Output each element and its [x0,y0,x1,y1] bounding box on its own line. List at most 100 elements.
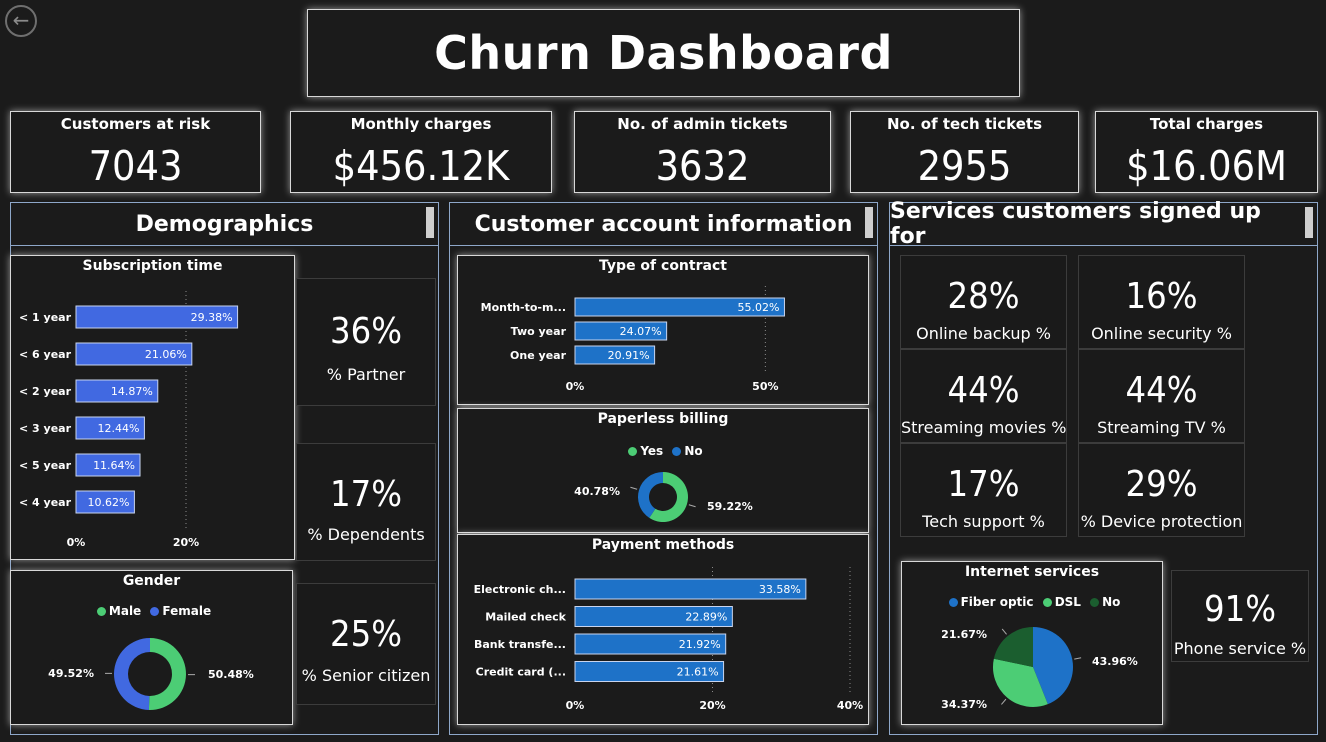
tile-label: Streaming movies % [901,418,1067,437]
category-label: Electronic ch... [474,583,566,596]
senior-tile: 25% % Senior citizen [296,583,436,705]
dashboard-title-box: Churn Dashboard [307,9,1020,97]
scroll-handle[interactable] [426,207,434,238]
streaming-movies-tile: 44% Streaming movies % [900,349,1067,443]
payment-bar-chart: 0% 20% 40% Electronic ch... 33.58% Mailed che… [474,567,863,712]
kpi-value: $456.12K [332,142,510,190]
dependents-label: % Dependents [307,525,425,544]
kpi-label: No. of tech tickets [886,115,1043,133]
data-label: 59.22% [707,500,753,513]
partner-tile: 36% % Partner [296,278,436,406]
category-label: Two year [511,325,567,338]
tile-value: 17% [947,464,1020,505]
tick-label: 20% [699,699,725,712]
tile-label: Tech support % [922,512,1045,531]
tick-label: 0% [566,699,585,712]
tile-label: % Device protection [1080,512,1243,531]
kpi-value: $16.06M [1126,142,1287,190]
tick-label: 0% [67,536,86,549]
data-label: 21.61% [677,666,719,679]
kpi-card-tech-tickets: No. of tech tickets 2955 [850,111,1079,193]
data-label: 24.07% [620,325,662,338]
kpi-value: 7043 [88,142,183,190]
data-label: 21.06% [145,348,187,361]
category-label: < 2 year [19,385,72,398]
leader-line [630,486,638,490]
kpi-label: No. of admin tickets [617,115,788,133]
category-label: Credit card (... [476,666,566,679]
category-label: One year [510,349,567,362]
tick-label: 40% [837,699,863,712]
phone-service-tile: 91% Phone service % [1171,570,1309,662]
subscription-bar-chart: 0% 20% < 1 year 29.38% < 6 year 21.06% < 2 yea… [19,291,239,549]
section-title: Demographics [135,211,314,237]
leader-line [1001,698,1007,705]
paperless-donut-chart: 59.22% 40.78% [574,472,753,522]
tile-value: 16% [1125,276,1198,317]
leader-line [1001,628,1007,635]
back-arrow-icon: ← [12,8,30,32]
scroll-handle[interactable] [865,207,873,238]
kpi-card-admin-tickets: No. of admin tickets 3632 [574,111,831,193]
scroll-handle[interactable] [1305,207,1313,238]
data-label: 50.48% [208,668,254,681]
data-label: 20.91% [608,349,650,362]
data-label: 21.67% [941,628,987,641]
kpi-label: Customers at risk [60,115,211,133]
pie-slice [148,638,187,710]
tile-value: 28% [947,276,1020,317]
tile-label: Online security % [1091,324,1232,343]
tech-support-tile: 17% Tech support % [900,443,1067,537]
dependents-value: 17% [330,474,402,515]
data-label: 22.89% [685,611,727,624]
tile-label: Phone service % [1173,639,1307,658]
services-header: Services customers signed up for [889,199,1318,249]
payment-chart-card: Payment methods 0% 20% 40% Electronic ch...… [457,534,869,725]
data-label: 34.37% [941,698,987,711]
contract-bar-chart: 0% 50% Month-to-m... 55.02% Two year 24.07% On… [481,286,785,393]
back-button[interactable]: ← [5,5,37,37]
data-label: 11.64% [93,459,135,472]
tile-value: 44% [947,370,1020,411]
tick-label: 50% [752,380,778,393]
senior-value: 25% [330,614,402,655]
tile-label: Online backup % [916,324,1051,343]
tile-value: 91% [1204,589,1276,630]
data-label: 29.38% [191,311,233,324]
demographics-header: Demographics [10,202,439,246]
online-security-tile: 16% Online security % [1078,255,1245,349]
category-label: < 6 year [19,348,72,361]
tile-value: 29% [1125,464,1198,505]
gender-donut-chart: 50.48% 49.52% [48,638,254,710]
partner-label: % Partner [326,365,406,384]
tile-value: 44% [1125,370,1198,411]
leader-line [688,504,696,508]
category-label: Month-to-m... [481,301,566,314]
category-label: < 5 year [19,459,72,472]
category-label: Bank transfe... [474,638,566,651]
data-label: 55.02% [738,301,780,314]
kpi-card-total-charges: Total charges $16.06M [1095,111,1318,193]
tick-label: 20% [173,536,199,549]
category-label: Mailed check [485,611,566,624]
data-label: 43.96% [1092,655,1138,668]
internet-pie-chart: 43.96% 34.37% 21.67% [941,627,1138,711]
category-label: < 4 year [19,496,72,509]
data-label: 33.58% [759,583,801,596]
data-label: 14.87% [111,385,153,398]
device-protection-tile: 29% % Device protection [1078,443,1245,537]
tile-label: Streaming TV % [1097,418,1226,437]
dependents-tile: 17% % Dependents [296,443,436,561]
data-label: 12.44% [97,422,139,435]
data-label: 21.92% [679,638,721,651]
kpi-label: Total charges [1149,115,1264,133]
data-label: 10.62% [87,496,129,509]
section-title: Services customers signed up for [890,199,1261,249]
online-backup-tile: 28% Online backup % [900,255,1067,349]
gender-chart-card: Gender Male Female 50.48% 49.52% [10,570,293,725]
subscription-chart-card: Subscription time 0% 20% < 1 year 29.38% < 6… [10,255,295,560]
leader-line [1074,657,1082,660]
kpi-value: 2955 [917,142,1012,190]
data-label: 40.78% [574,485,620,498]
partner-value: 36% [330,311,402,352]
